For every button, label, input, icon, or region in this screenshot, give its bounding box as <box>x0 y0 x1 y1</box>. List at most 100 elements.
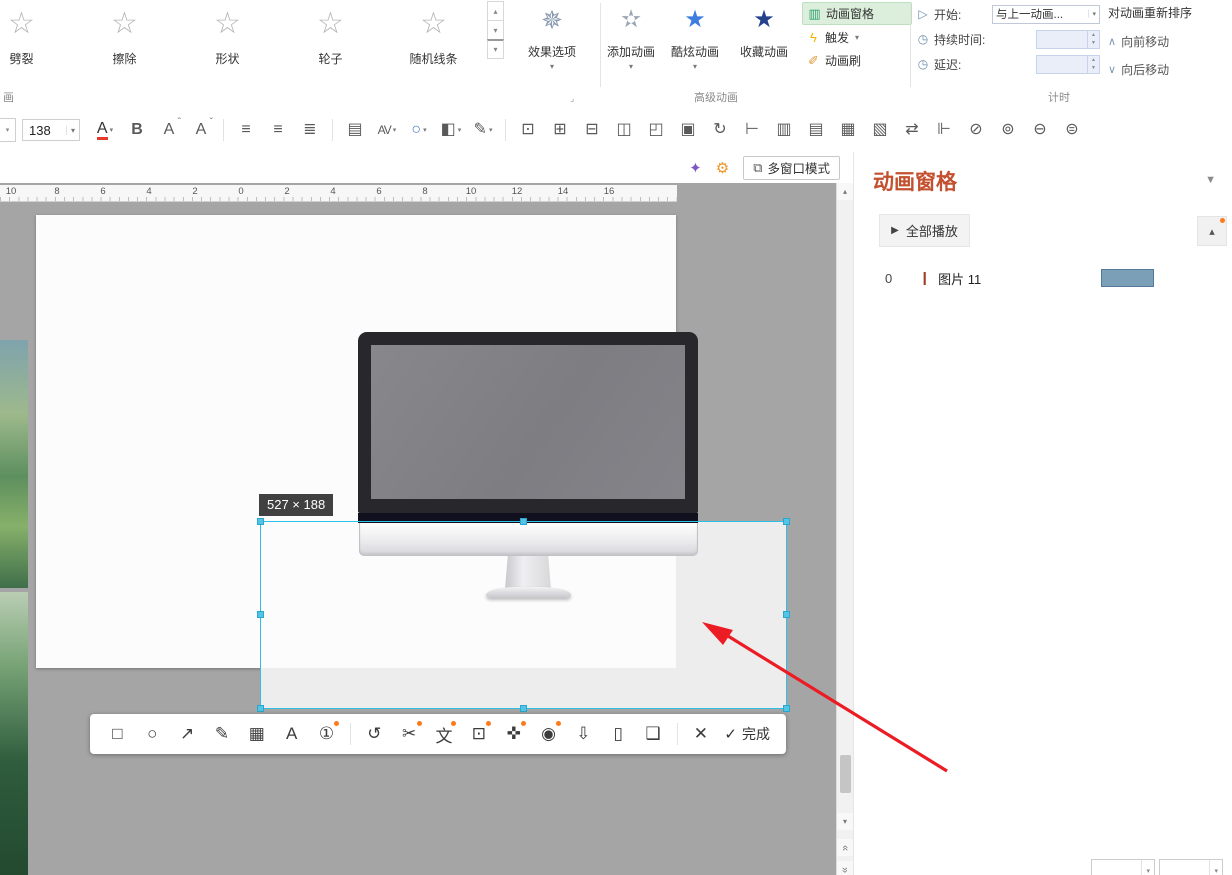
partial-control[interactable]: ▾ <box>1159 859 1223 875</box>
next-slide-button[interactable]: « <box>837 861 853 875</box>
move-earlier-button[interactable]: ∧ 向前移动 <box>1108 30 1232 52</box>
align-objects-button[interactable]: ⊢ <box>737 115 767 145</box>
selection-handle[interactable] <box>783 705 790 712</box>
bring-forward-button[interactable]: ◫ <box>609 115 639 145</box>
shrink-font-button[interactable]: Aˇ <box>186 115 216 145</box>
animation-style-item[interactable]: ☆ 擦除 <box>73 0 176 67</box>
settings-gear-icon[interactable]: ⚙ <box>716 159 729 177</box>
trigger-button[interactable]: ϟ 触发 ▾ <box>802 27 912 48</box>
arrow-tool[interactable]: ↗ <box>170 716 205 752</box>
translate-tool[interactable]: 文 <box>427 716 462 752</box>
smart-assist-icon[interactable]: ✦ <box>689 159 702 177</box>
record-tool[interactable]: ◉ <box>531 716 566 752</box>
scroll-down-button[interactable]: ▾ <box>837 813 853 830</box>
animation-painter-button[interactable]: ✐ 动画刷 <box>802 50 912 71</box>
align-justify-button[interactable]: ≣ <box>295 115 325 145</box>
pin-tool[interactable]: ✜ <box>496 716 531 752</box>
scrollbar-thumb[interactable] <box>840 755 851 793</box>
dialog-launcher-icon[interactable]: ⌟ <box>570 93 574 104</box>
step-number-tool[interactable]: ① <box>309 716 344 752</box>
selection-handle[interactable] <box>520 705 527 712</box>
shape-outline-button[interactable]: ✎▾ <box>468 115 498 145</box>
distribute-vertical-button[interactable]: ▤ <box>801 115 831 145</box>
merge-shapes-button[interactable]: ⊘ <box>961 115 991 145</box>
ocr-tool[interactable]: ⊡ <box>461 716 496 752</box>
shape-style-button[interactable]: ○▾ <box>404 115 434 145</box>
send-backward-button[interactable]: ◰ <box>641 115 671 145</box>
done-button[interactable]: ✓ 完成 <box>718 724 776 744</box>
delay-input[interactable]: ▲▼ <box>1036 55 1100 74</box>
scroll-up-button[interactable]: ▴ <box>837 183 853 200</box>
distribute-horizontal-button[interactable]: ▥ <box>769 115 799 145</box>
size-button[interactable]: ⊞ <box>545 115 575 145</box>
animation-style-item[interactable]: ☆ 轮子 <box>279 0 382 67</box>
char-spacing-button[interactable]: AV▾ <box>372 115 402 145</box>
layout-button[interactable]: ▦ <box>833 115 863 145</box>
gallery-more-button[interactable]: ▾ <box>487 39 504 59</box>
previous-slide-button[interactable]: « <box>837 839 853 856</box>
slide-thumbnail[interactable] <box>0 340 28 588</box>
undo-button[interactable]: ↺ <box>357 716 392 752</box>
selection-handle[interactable] <box>783 611 790 618</box>
gallery-scroll-down-button[interactable]: ▾ <box>487 20 504 40</box>
text-direction-button[interactable]: ▤ <box>340 115 370 145</box>
font-size-select[interactable]: 138 ▾ <box>22 119 80 141</box>
rect-tool[interactable]: □ <box>100 716 135 752</box>
close-button[interactable]: ✕ <box>684 716 719 752</box>
separator[interactable] <box>350 723 351 745</box>
selection-handle[interactable] <box>257 705 264 712</box>
group-button[interactable]: ▣ <box>673 115 703 145</box>
font-color-button[interactable]: A▾ <box>90 115 120 145</box>
intersect-shapes-button[interactable]: ⊚ <box>993 115 1023 145</box>
move-later-button[interactable]: ∨ 向后移动 <box>1108 58 1232 80</box>
pen-tool[interactable]: ✎ <box>205 716 240 752</box>
collapse-pane-button[interactable]: ▴ <box>1197 216 1227 246</box>
slide-thumbnail[interactable] <box>0 592 28 875</box>
separator[interactable] <box>505 119 506 141</box>
flag-button[interactable]: ⊩ <box>929 115 959 145</box>
mosaic-tool[interactable]: ▦ <box>239 716 274 752</box>
subtract-shapes-button[interactable]: ⊖ <box>1025 115 1055 145</box>
bold-button[interactable]: B <box>122 115 152 145</box>
selection-handle[interactable] <box>257 611 264 618</box>
crop-button[interactable]: ⊡ <box>513 115 543 145</box>
ellipse-tool[interactable]: ○ <box>135 716 170 752</box>
screenshot-selection[interactable] <box>260 521 787 709</box>
start-select[interactable]: 与上一动画... ▾ <box>992 5 1100 24</box>
grow-font-button[interactable]: Aˆ <box>154 115 184 145</box>
separator[interactable] <box>223 119 224 141</box>
cutoff-control[interactable]: ▾ <box>0 118 16 142</box>
panel-collapse-chevron-icon[interactable]: ▼ <box>1205 174 1216 186</box>
rotate-button[interactable]: ↻ <box>705 115 735 145</box>
add-animation-button[interactable]: ✫ 添加动画 ▾ <box>602 0 660 71</box>
gallery-scroll-up-button[interactable]: ▴ <box>487 1 504 21</box>
text-tool[interactable]: A <box>274 716 309 752</box>
chart-button[interactable]: ▧ <box>865 115 895 145</box>
multi-window-mode-button[interactable]: ⧉ 多窗口模式 <box>743 156 840 180</box>
animation-pane-button[interactable]: ▥ 动画窗格 <box>802 2 912 25</box>
effect-options-button[interactable]: ✵ 效果选项 ▾ <box>508 0 596 71</box>
download-button[interactable]: ⇩ <box>566 716 601 752</box>
canvas-scrollbar[interactable]: ▴ ▾ « « <box>836 183 853 875</box>
selection-handle[interactable] <box>257 518 264 525</box>
partial-control[interactable]: ▾ <box>1091 859 1155 875</box>
duration-input[interactable]: ▲▼ <box>1036 30 1100 49</box>
bookmark-button[interactable]: ❑ <box>636 716 671 752</box>
selection-handle[interactable] <box>783 518 790 525</box>
spinner-arrows[interactable]: ▲▼ <box>1087 56 1099 73</box>
separator[interactable] <box>332 119 333 141</box>
selection-handle[interactable] <box>520 518 527 525</box>
shape-fill-button[interactable]: ◧▾ <box>436 115 466 145</box>
separator[interactable] <box>677 723 678 745</box>
combine-shapes-button[interactable]: ⊜ <box>1057 115 1087 145</box>
slide-canvas[interactable]: 1086420246810121416 527 × 188 <box>0 183 836 875</box>
position-button[interactable]: ⊟ <box>577 115 607 145</box>
align-center-button[interactable]: ≡ <box>263 115 293 145</box>
animation-timeline-bar[interactable] <box>1101 269 1154 287</box>
align-left-button[interactable]: ≡ <box>231 115 261 145</box>
favorite-animation-button[interactable]: ★ 收藏动画 <box>734 0 794 60</box>
animation-style-item[interactable]: ☆ 形状 <box>176 0 279 67</box>
animation-list-item[interactable]: 0 ❙ 图片 11 <box>854 260 1232 296</box>
cut-tool[interactable]: ✂ <box>392 716 427 752</box>
phone-transfer-button[interactable]: ▯ <box>601 716 636 752</box>
